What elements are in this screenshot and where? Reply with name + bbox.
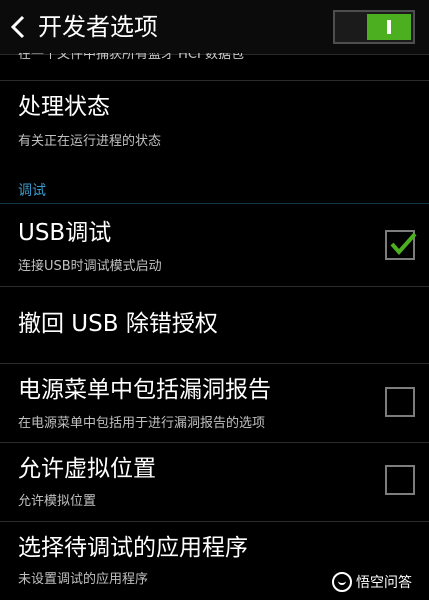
setting-title: 允许虚拟位置 xyxy=(18,456,156,482)
setting-title: 选择待调试的应用程序 xyxy=(18,535,248,561)
bug-report-checkbox[interactable] xyxy=(385,387,415,417)
usb-debugging-checkbox[interactable] xyxy=(385,230,417,260)
watermark-text: 悟空问答 xyxy=(356,575,412,591)
wukong-logo-icon xyxy=(332,572,352,592)
setting-bug-report-power-menu[interactable]: 电源菜单中包括漏洞报告 在电源菜单中包括用于进行漏洞报告的选项 xyxy=(0,364,429,442)
setting-process-stats[interactable]: 处理状态 有关正在运行进程的状态 xyxy=(0,81,429,169)
developer-options-master-switch[interactable] xyxy=(333,10,415,44)
page-title: 开发者选项 xyxy=(38,13,158,41)
setting-mock-location[interactable]: 允许虚拟位置 允许模拟位置 xyxy=(0,443,429,521)
section-header-debugging: 调试 xyxy=(18,183,46,199)
setting-subtitle: 有关正在运行进程的状态 xyxy=(18,134,162,149)
setting-subtitle: 在电源菜单中包括用于进行漏洞报告的选项 xyxy=(18,416,266,431)
setting-title: 处理状态 xyxy=(18,94,110,120)
mock-location-checkbox[interactable] xyxy=(385,465,415,495)
setting-title: 电源菜单中包括漏洞报告 xyxy=(18,377,271,403)
setting-subtitle: 允许模拟位置 xyxy=(18,494,97,509)
setting-title: 撤回 USB 除错授权 xyxy=(18,311,218,337)
action-bar: 开发者选项 xyxy=(0,0,429,55)
setting-revoke-usb-auth[interactable]: 撤回 USB 除错授权 xyxy=(0,287,429,363)
setting-title: USB调试 xyxy=(18,220,112,246)
back-arrow-icon[interactable] xyxy=(8,12,28,42)
partial-setting-subtitle: 在一个文件中捕获所有蓝牙 HCI 数据包 xyxy=(18,53,244,62)
setting-subtitle: 连接USB时调试模式启动 xyxy=(18,259,162,274)
watermark: 悟空问答 xyxy=(332,570,412,594)
setting-usb-debugging[interactable]: USB调试 连接USB时调试模式启动 xyxy=(0,204,429,286)
setting-subtitle: 未设置调试的应用程序 xyxy=(18,572,149,587)
switch-knob xyxy=(367,14,411,40)
checkmark-icon xyxy=(390,232,417,256)
